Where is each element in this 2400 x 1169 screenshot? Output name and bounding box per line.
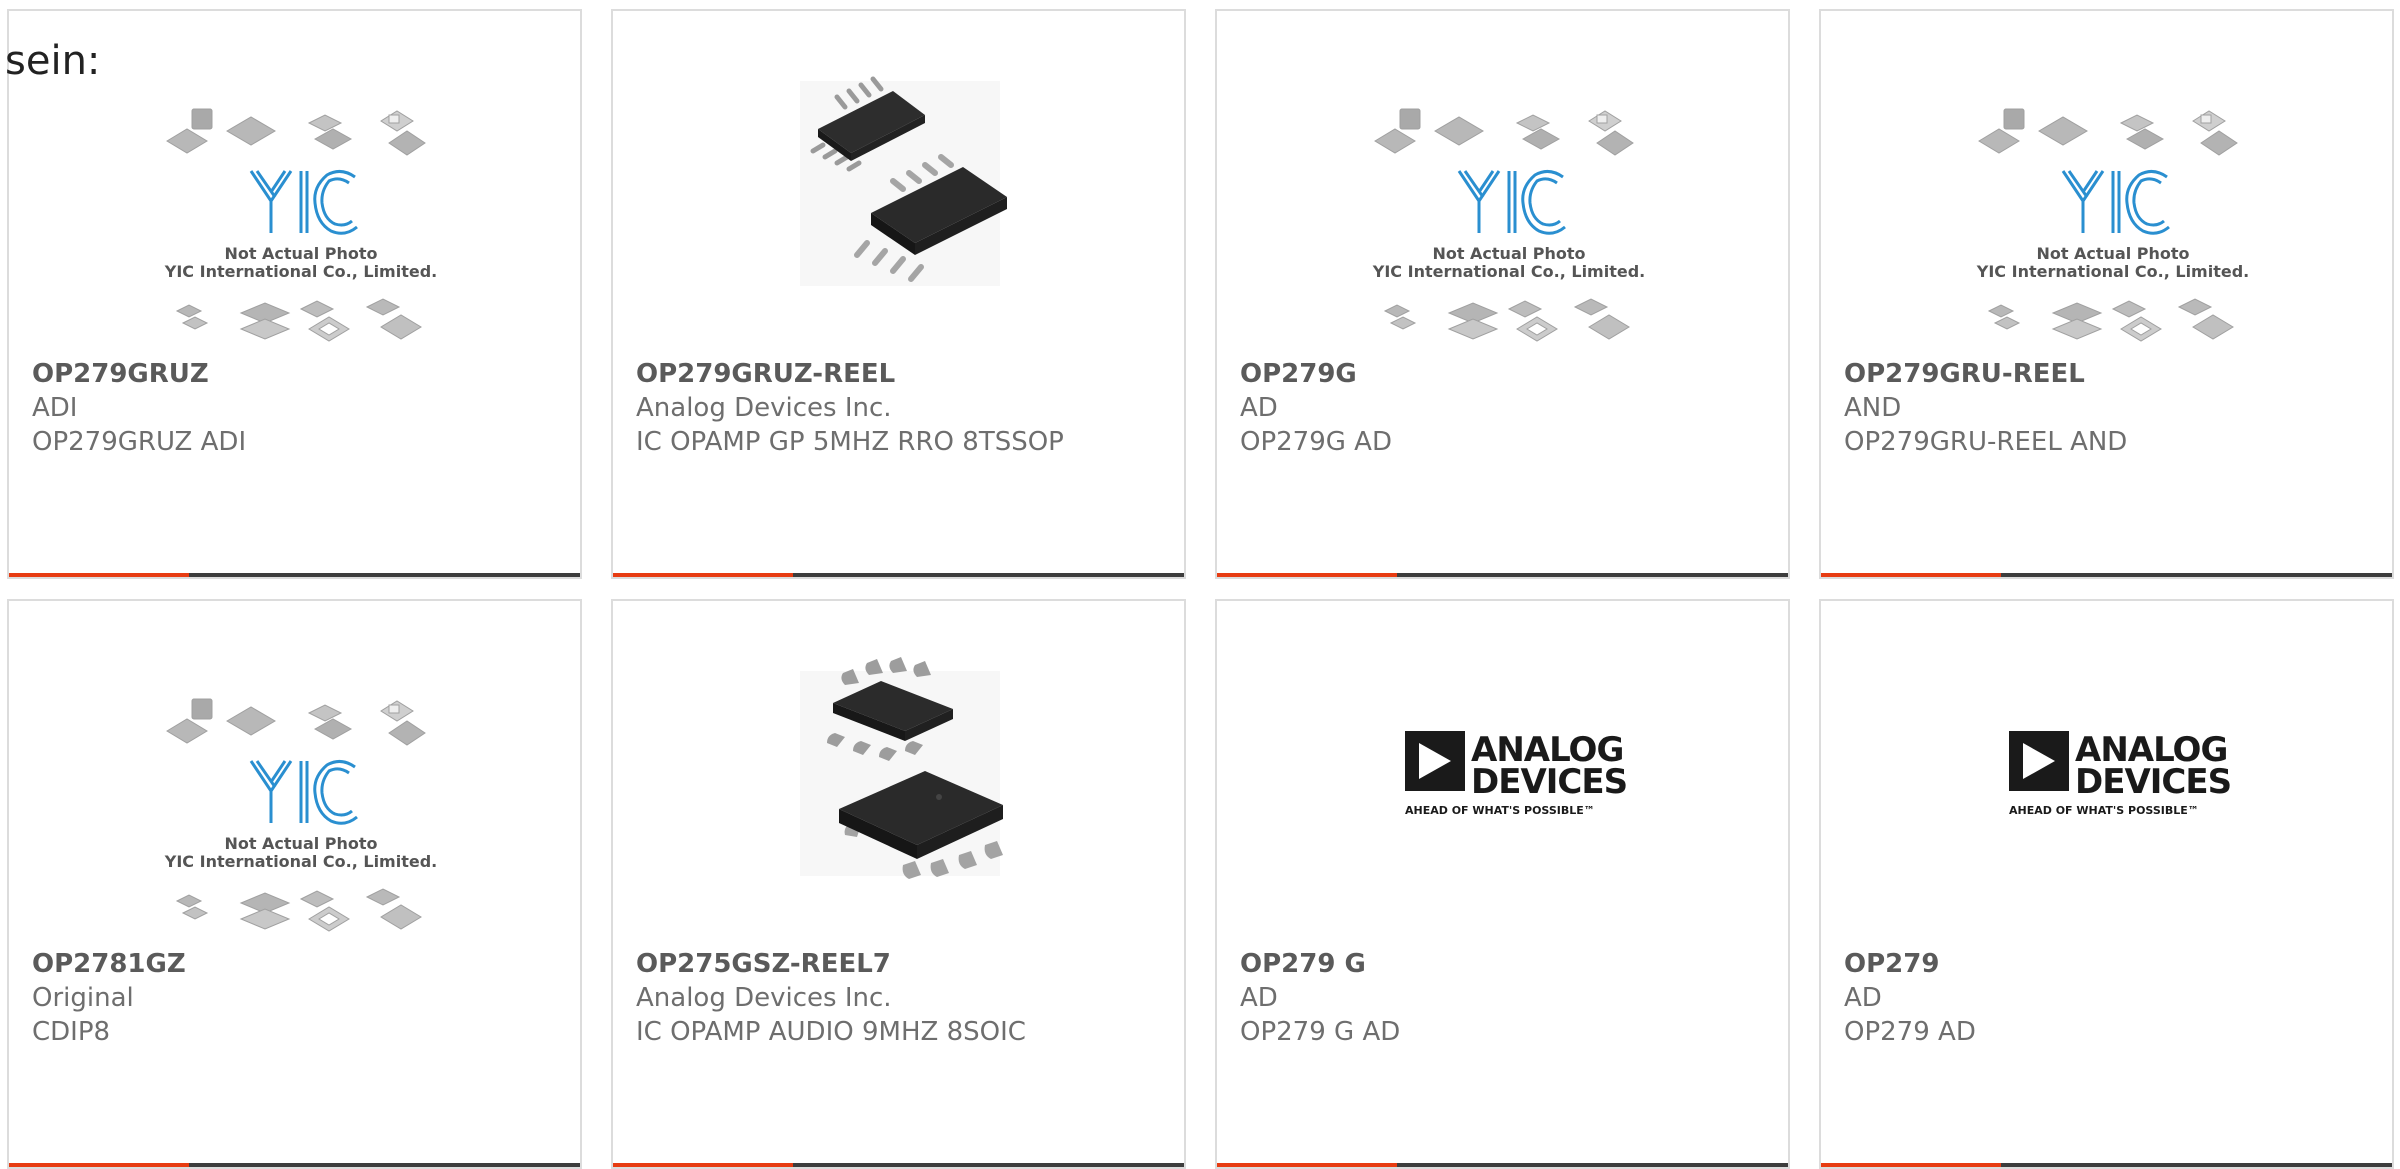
yic-caption-line1: Not Actual Photo <box>224 834 377 853</box>
card-bottom-bar <box>1217 573 1788 577</box>
adi-logo-line2: DEVICES <box>1471 762 1627 802</box>
card-bottom-bar <box>9 573 580 577</box>
product-manufacturer: AD <box>1844 983 1882 1013</box>
card-bottom-bar <box>9 1163 580 1167</box>
product-info: OP2781GZ Original CDIP8 <box>32 947 570 1049</box>
product-description: IC OPAMP AUDIO 9MHZ 8SOIC <box>636 1017 1026 1047</box>
product-part-number[interactable]: OP279 <box>1844 947 2382 981</box>
adi-logo-tagline: AHEAD OF WHAT'S POSSIBLE™ <box>1405 804 1595 817</box>
product-manufacturer: AD <box>1240 393 1278 423</box>
product-manufacturer: Analog Devices Inc. <box>636 983 892 1013</box>
yic-caption-line1: Not Actual Photo <box>224 244 377 263</box>
product-image[interactable]: ANALOG DEVICES AHEAD OF WHAT'S POSSIBLE™ <box>1217 601 1788 946</box>
product-description: OP279GRUZ ADI <box>32 427 247 457</box>
card-accent-bar <box>1217 1163 1397 1167</box>
intro-text: sein: <box>5 38 101 84</box>
product-image[interactable]: Not Actual Photo YIC International Co., … <box>1217 11 1788 356</box>
product-card[interactable]: ANALOG DEVICES AHEAD OF WHAT'S POSSIBLE™… <box>1215 599 1790 1169</box>
product-info: OP279G AD OP279G AD <box>1240 357 1778 459</box>
yic-placeholder-icon: Not Actual Photo YIC International Co., … <box>1976 108 2249 342</box>
product-info: OP279 AD OP279 AD <box>1844 947 2382 1049</box>
tssop-chip-icon <box>800 76 1007 286</box>
product-card[interactable]: OP279GRUZ-REEL Analog Devices Inc. IC OPAM… <box>611 9 1186 579</box>
product-manufacturer: AND <box>1844 393 1902 423</box>
product-card[interactable]: Not Actual Photo YIC International Co., … <box>7 599 582 1169</box>
product-image[interactable]: Not Actual Photo YIC International Co., … <box>1821 11 2392 356</box>
adi-logo-tagline: AHEAD OF WHAT'S POSSIBLE™ <box>2009 804 2199 817</box>
product-description: OP279GRU-REEL AND <box>1844 427 2128 457</box>
adi-logo-line2: DEVICES <box>2075 762 2231 802</box>
yic-caption-line2: YIC International Co., Limited. <box>164 852 437 871</box>
card-accent-bar <box>9 573 189 577</box>
analog-devices-logo: ANALOG DEVICES AHEAD OF WHAT'S POSSIBLE™ <box>2009 730 2232 817</box>
product-part-number[interactable]: OP2781GZ <box>32 947 570 981</box>
yic-placeholder-icon: Not Actual Photo YIC International Co., … <box>164 698 437 932</box>
product-card[interactable]: Not Actual Photo YIC International Co., … <box>7 9 582 579</box>
card-bottom-bar <box>613 573 1184 577</box>
product-info: OP279GRUZ ADI OP279GRUZ ADI <box>32 357 570 459</box>
product-manufacturer: ADI <box>32 393 78 423</box>
yic-caption-line2: YIC International Co., Limited. <box>164 262 437 281</box>
card-accent-bar <box>1821 1163 2001 1167</box>
card-bottom-bar <box>1821 1163 2392 1167</box>
product-info: OP279GRUZ-REEL Analog Devices Inc. IC OPAM… <box>636 357 1174 459</box>
product-info: OP279 G AD OP279 G AD <box>1240 947 1778 1049</box>
yic-caption-line1: Not Actual Photo <box>1432 244 1585 263</box>
product-description: OP279 AD <box>1844 1017 1976 1047</box>
analog-devices-logo: ANALOG DEVICES AHEAD OF WHAT'S POSSIBLE™ <box>1405 730 1628 817</box>
product-card[interactable]: ANALOG DEVICES AHEAD OF WHAT'S POSSIBLE™… <box>1819 599 2394 1169</box>
product-card[interactable]: OP275GSZ-REEL7 Analog Devices Inc. IC OPAM… <box>611 599 1186 1169</box>
yic-caption-line1: Not Actual Photo <box>2036 244 2189 263</box>
yic-caption-line2: YIC International Co., Limited. <box>1976 262 2249 281</box>
card-bottom-bar <box>613 1163 1184 1167</box>
card-accent-bar <box>9 1163 189 1167</box>
yic-placeholder-icon: Not Actual Photo YIC International Co., … <box>1372 108 1645 342</box>
product-description: IC OPAMP GP 5MHZ RRO 8TSSOP <box>636 427 1064 457</box>
yic-caption-line2: YIC International Co., Limited. <box>1372 262 1645 281</box>
card-accent-bar <box>613 573 793 577</box>
product-part-number[interactable]: OP279GRUZ-REEL <box>636 357 1174 391</box>
card-accent-bar <box>1821 573 2001 577</box>
product-info: OP279GRU-REEL AND OP279GRU-REEL AND <box>1844 357 2382 459</box>
product-image[interactable]: ANALOG DEVICES AHEAD OF WHAT'S POSSIBLE™ <box>1821 601 2392 946</box>
product-description: CDIP8 <box>32 1017 111 1047</box>
product-manufacturer: AD <box>1240 983 1278 1013</box>
product-card[interactable]: Not Actual Photo YIC International Co., … <box>1215 9 1790 579</box>
product-manufacturer: Analog Devices Inc. <box>636 393 892 423</box>
product-part-number[interactable]: OP279 G <box>1240 947 1778 981</box>
card-accent-bar <box>1217 573 1397 577</box>
card-bottom-bar <box>1217 1163 1788 1167</box>
product-image[interactable]: Not Actual Photo YIC International Co., … <box>9 601 580 946</box>
product-part-number[interactable]: OP275GSZ-REEL7 <box>636 947 1174 981</box>
product-card[interactable]: Not Actual Photo YIC International Co., … <box>1819 9 2394 579</box>
product-info: OP275GSZ-REEL7 Analog Devices Inc. IC OPAM… <box>636 947 1174 1049</box>
product-part-number[interactable]: OP279GRU-REEL <box>1844 357 2382 391</box>
product-description: OP279 G AD <box>1240 1017 1401 1047</box>
card-accent-bar <box>613 1163 793 1167</box>
soic-chip-icon <box>800 657 1003 879</box>
product-description: OP279G AD <box>1240 427 1392 457</box>
product-part-number[interactable]: OP279G <box>1240 357 1778 391</box>
card-bottom-bar <box>1821 573 2392 577</box>
product-image[interactable] <box>613 11 1184 356</box>
product-image[interactable] <box>613 601 1184 946</box>
product-part-number[interactable]: OP279GRUZ <box>32 357 570 391</box>
product-manufacturer: Original <box>32 983 134 1013</box>
